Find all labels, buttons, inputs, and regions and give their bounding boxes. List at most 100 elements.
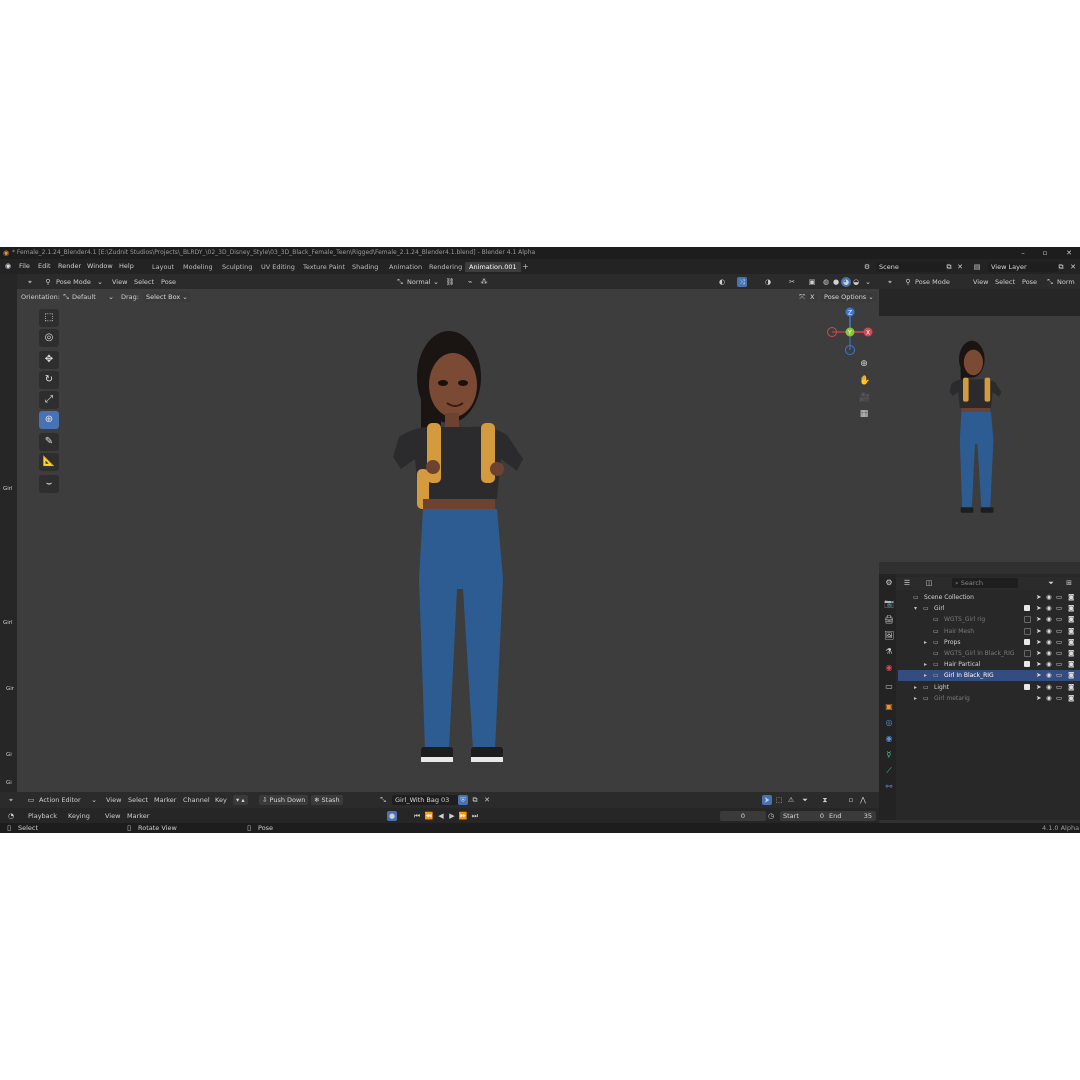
exclude-checkbox[interactable] [1024,605,1030,612]
viewport-icon[interactable]: ▭ [1056,693,1062,704]
exclude-checkbox[interactable] [1024,683,1030,690]
shading-material-icon[interactable]: ◕ [841,277,851,287]
tool-tab-icon[interactable]: ⚙ [884,578,894,588]
filter-icon[interactable]: ⏷ [1046,578,1056,588]
viewport-icon[interactable]: ▭ [1056,648,1062,659]
xray-icon[interactable]: ✂ [787,277,797,287]
shading-wireframe-icon[interactable]: ◍ [821,277,831,287]
timeline-editor-icon[interactable]: ◔ [6,811,16,821]
editor-type-icon[interactable]: ⌖ [25,277,35,287]
outliner-row[interactable]: ▾ ▭ Girl ➤ ◉ ▭ ◙ [898,603,1080,614]
shading-solid-icon[interactable]: ● [831,277,841,287]
tab-animation[interactable]: Animation [385,262,426,272]
proportional-icon[interactable]: ⁂ [479,277,489,287]
outliner-search-input[interactable]: ⌕ Search [952,578,1018,588]
tab-uv-editing[interactable]: UV Editing [257,262,299,272]
pan-hand-icon[interactable]: ✋ [859,376,870,386]
stash-button[interactable]: ❄ Stash [311,795,343,805]
auto-snap-icon[interactable]: ⧗ [820,795,830,805]
editor-type-icon[interactable]: ⌖ [885,277,895,287]
timeline-menu-marker[interactable]: Marker [127,811,149,821]
proportional-icon[interactable]: ▫ [846,795,856,805]
select-arrow-icon[interactable]: ➤ [1036,592,1041,603]
tab-layout[interactable]: Layout [148,262,178,272]
exclude-checkbox[interactable] [1024,638,1030,645]
action-browse-icon[interactable]: ⤡ [378,795,388,805]
viewport-menu-view[interactable]: View [112,277,127,287]
3d-viewport[interactable]: Orientation: ⤡ Default ⌄ Drag: Select Bo… [17,289,879,792]
jump-key-back-icon[interactable]: ⏪ [424,811,434,821]
render-tab-icon[interactable]: 📷 [884,599,894,609]
orientation-selector[interactable]: Default [72,292,96,302]
preview-orientation[interactable]: Norm [1057,277,1075,287]
expand-arrow-icon[interactable]: ▸ [914,682,917,693]
camera-icon[interactable]: 🎥 [859,393,870,403]
tab-sculpting[interactable]: Sculpting [218,262,256,272]
viewport-icon[interactable]: ▭ [1056,682,1062,693]
render-icon[interactable]: ◙ [1068,659,1074,670]
render-icon[interactable]: ◙ [1068,693,1074,704]
tab-shading[interactable]: Shading [348,262,382,272]
jump-key-forward-icon[interactable]: ⏩ [458,811,468,821]
play-icon[interactable]: ▶ [447,811,457,821]
display-mode-icon[interactable]: ◫ [924,578,934,588]
viewport-menu-pose[interactable]: Pose [161,277,176,287]
select-arrow-icon[interactable]: ➤ [1036,626,1041,637]
output-tab-icon[interactable]: 🖨 [884,615,894,625]
expand-arrow-icon[interactable]: ▸ [924,637,927,648]
add-workspace-button[interactable]: + [518,262,533,272]
menu-render[interactable]: Render [58,261,81,271]
only-errors-icon[interactable]: ⚠ [786,795,796,805]
eye-icon[interactable]: ◉ [1046,626,1052,637]
outliner-row[interactable]: ▭ Scene Collection ➤ ◉ ▭ ◙ [898,592,1080,603]
eye-icon[interactable]: ◉ [1046,592,1052,603]
timeline-menu-playback[interactable]: Playback [28,811,57,821]
wireframe-toggle-icon[interactable]: ▣ [807,277,817,287]
exclude-checkbox[interactable] [1024,627,1031,635]
zoom-icon[interactable]: ⊕ [859,359,869,369]
menu-help[interactable]: Help [119,261,134,271]
menu-window[interactable]: Window [87,261,113,271]
viewport-menu-select[interactable]: Select [134,277,154,287]
tab-rendering[interactable]: Rendering [425,262,466,272]
transform-orientation-selector[interactable]: Normal [407,277,431,287]
new-scene-icon[interactable]: ⧉ [944,262,954,272]
chevron-down-icon[interactable]: ⌄ [863,277,873,287]
action-editor-mode-selector[interactable]: Action Editor [39,795,81,805]
outliner-row[interactable]: ▭ Hair Mesh ➤ ◉ ▭ ◙ [898,626,1080,637]
pivot-icon[interactable]: ⛓ [445,277,455,287]
tab-texture-paint[interactable]: Texture Paint [299,262,349,272]
expand-arrow-icon[interactable]: ▾ [914,603,917,614]
outliner-row[interactable]: ▭ WGTS_Girl In Black_RIG ➤ ◉ ▭ ◙ [898,648,1080,659]
shading-rendered-icon[interactable]: ◒ [851,277,861,287]
exclude-checkbox[interactable] [1024,616,1031,624]
interpolation-icon[interactable]: ⋀ [858,795,868,805]
scene-selector[interactable]: Scene [876,262,946,272]
close-icon[interactable]: ✕ [1064,248,1074,258]
menu-edit[interactable]: Edit [38,261,51,271]
select-arrow-icon[interactable]: ➤ [1036,659,1041,670]
modifier-tab-icon[interactable]: ◎ [884,718,894,728]
select-arrow-icon[interactable]: ➤ [1036,693,1041,704]
filter-icon[interactable]: ⏷ [800,795,810,805]
world-tab-icon[interactable]: ◉ [884,663,894,673]
axis-lock-icon[interactable]: ⤧ [797,292,807,302]
layer-arrows-button[interactable]: ▾ ▴ [233,795,248,805]
transform-tool[interactable]: ⊕ [39,411,59,429]
maximize-icon[interactable]: ▫ [1040,248,1050,258]
scale-tool[interactable]: ⤢ [39,391,59,409]
delete-view-layer-icon[interactable]: ✕ [1068,262,1078,272]
tab-animation-001[interactable]: Animation.001 [465,262,521,272]
render-icon[interactable]: ◙ [1068,614,1074,625]
render-icon[interactable]: ◙ [1068,648,1074,659]
move-tool[interactable]: ✥ [39,351,59,369]
preview-mode-selector[interactable]: Pose Mode [915,277,950,287]
expand-arrow-icon[interactable]: ▸ [914,693,917,704]
timeline-menu-view[interactable]: View [105,811,120,821]
select-arrow-icon[interactable]: ➤ [1036,648,1041,659]
render-icon[interactable]: ◙ [1068,592,1074,603]
fake-user-icon[interactable]: ⛨ [458,795,468,805]
bone-tab-icon[interactable]: ⟋ [884,766,894,776]
preview-menu-pose[interactable]: Pose [1022,277,1037,287]
eye-icon[interactable]: ◉ [1046,603,1052,614]
